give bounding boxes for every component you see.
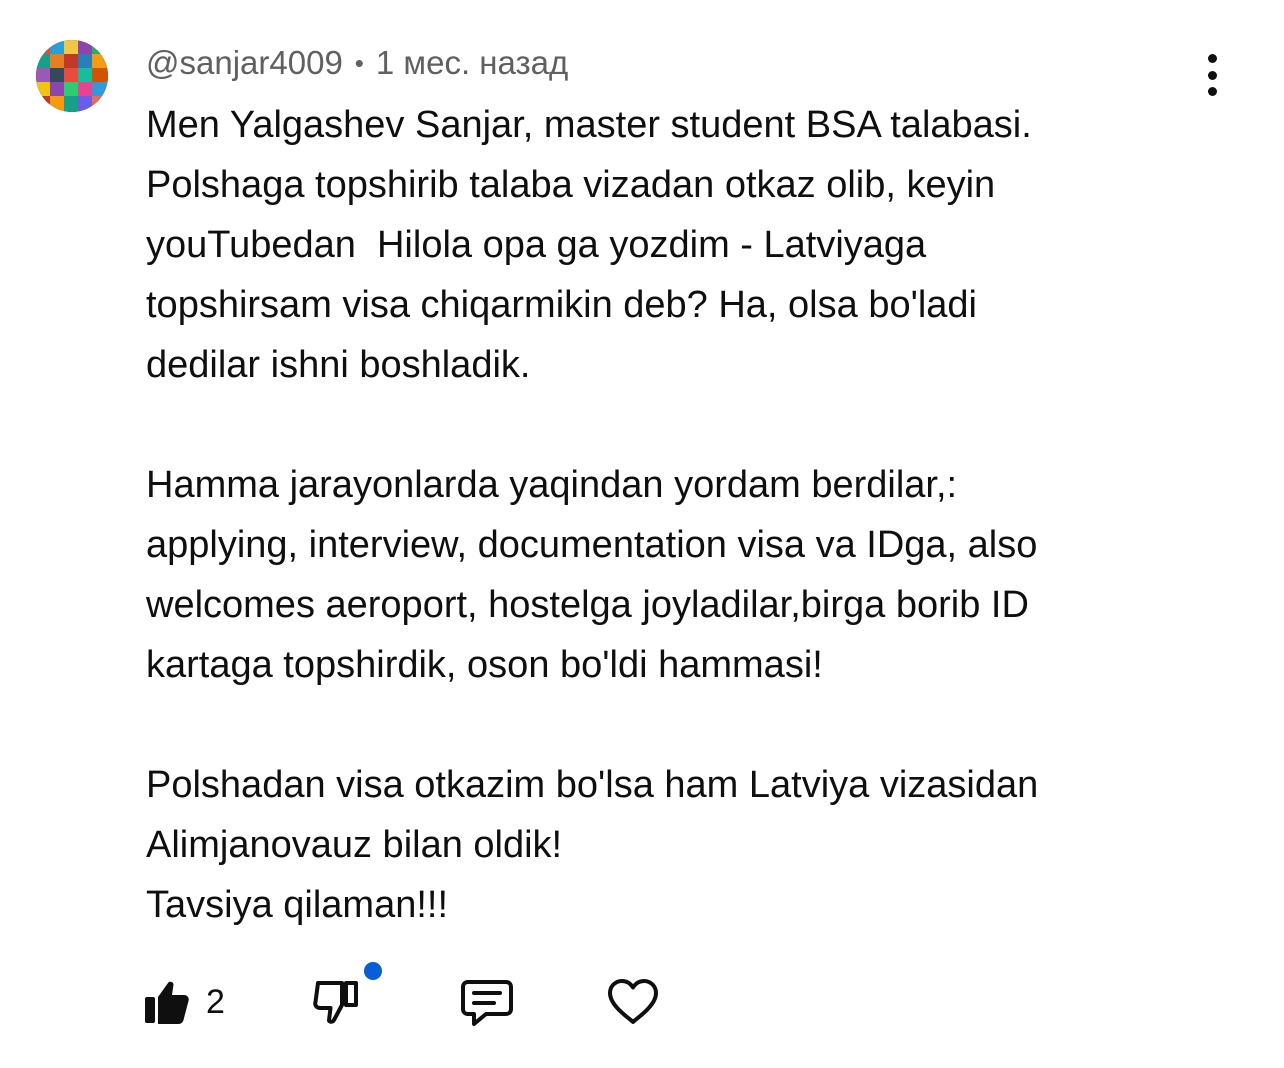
comment-reply-icon (461, 980, 513, 1026)
meta-separator: • (354, 47, 364, 78)
comment-card: @sanjar4009 • 1 мес. назад Men Yalgashev… (0, 0, 1284, 1068)
comment-actions: 2 (144, 972, 704, 1032)
vertical-ellipsis-icon (1207, 54, 1217, 63)
like-button[interactable]: 2 (144, 972, 225, 1032)
comment-paragraph: Polshadan visa otkazim bo'lsa ham Latviy… (146, 764, 1039, 926)
heart-button[interactable] (606, 972, 660, 1032)
avatar-image (36, 40, 108, 112)
more-options-button[interactable] (1190, 50, 1234, 100)
comment-paragraph: Hamma jarayonlarda yaqindan yordam berdi… (146, 464, 1038, 686)
avatar[interactable] (36, 40, 108, 112)
thumbs-up-filled-icon (145, 981, 189, 1024)
thumbs-down-outline-icon (313, 981, 358, 1024)
comment-timestamp[interactable]: 1 мес. назад (376, 44, 568, 82)
like-count: 2 (206, 982, 225, 1021)
comment-paragraph: Men Yalgashev Sanjar, master student BSA… (146, 104, 1032, 386)
dislike-button[interactable] (312, 972, 360, 1032)
notification-dot (364, 962, 382, 980)
comment-header: @sanjar4009 • 1 мес. назад (146, 40, 568, 86)
comment-body: Men Yalgashev Sanjar, master student BSA… (146, 95, 1216, 935)
heart-outline-icon (608, 979, 658, 1024)
ellipsis-dot (1207, 70, 1217, 80)
author-handle[interactable]: @sanjar4009 (146, 44, 343, 82)
reply-button[interactable] (460, 972, 514, 1032)
